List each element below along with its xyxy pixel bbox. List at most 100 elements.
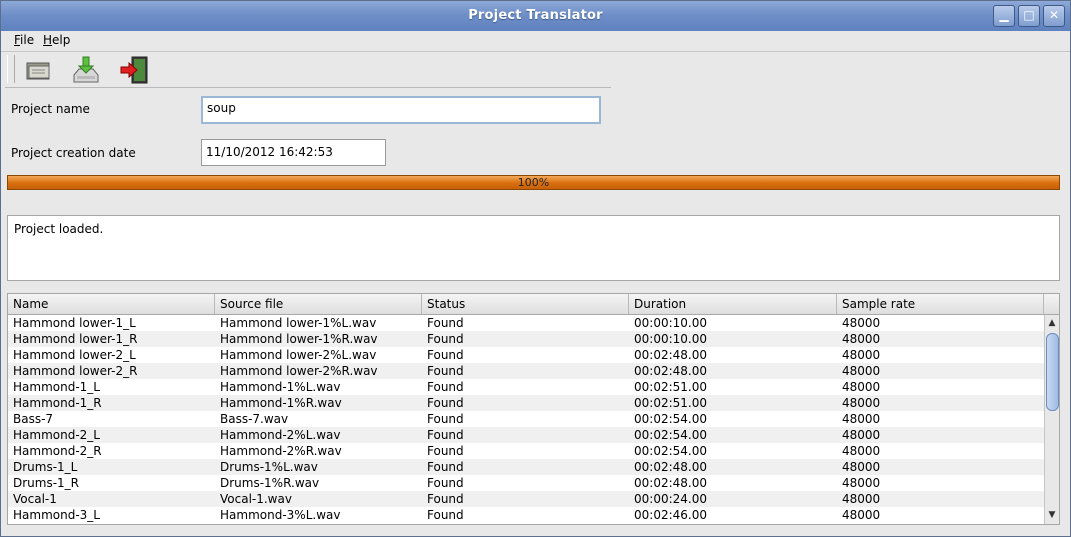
creation-date-field: 11/10/2012 16:42:53 [201, 139, 386, 166]
cell-sample-rate: 48000 [842, 476, 881, 490]
column-header-name[interactable]: Name [8, 294, 215, 314]
status-log-text: Project loaded. [14, 222, 104, 236]
menu-help[interactable]: Help [43, 33, 70, 47]
cell-source-file: Hammond-2%R.wav [220, 444, 342, 458]
open-project-button[interactable] [23, 55, 53, 85]
scroll-thumb[interactable] [1046, 333, 1059, 411]
cell-status: Found [427, 460, 464, 474]
cell-sample-rate: 48000 [842, 332, 881, 346]
tracks-table[interactable]: Name Source file Status Duration Sample … [7, 293, 1060, 525]
cell-source-file: Bass-7.wav [220, 412, 289, 426]
cell-sample-rate: 48000 [842, 396, 881, 410]
cell-source-file: Hammond lower-1%L.wav [220, 316, 377, 330]
menu-bar: File Help [1, 31, 1070, 52]
cell-name: Drums-1_L [13, 460, 78, 474]
cell-name: Hammond-2_R [13, 444, 102, 458]
cell-duration: 00:02:54.00 [634, 444, 707, 458]
table-row[interactable]: Drums-1_L Drums-1%L.wav Found 00:02:48.00 48… [8, 459, 1044, 475]
cell-duration: 00:02:54.00 [634, 428, 707, 442]
toolbar-grip[interactable] [7, 55, 15, 83]
cell-source-file: Hammond-1%L.wav [220, 380, 341, 394]
cell-name: Drums-1_R [13, 476, 80, 490]
project-name-input[interactable]: soup [201, 96, 601, 124]
cell-duration: 00:00:10.00 [634, 316, 707, 330]
cell-name: Hammond-3_L [13, 508, 100, 522]
cell-source-file: Drums-1%R.wav [220, 476, 320, 490]
menu-help-label: elp [52, 33, 71, 47]
table-row[interactable]: Drums-1_R Drums-1%R.wav Found 00:02:48.00 48… [8, 475, 1044, 491]
cell-duration: 00:02:48.00 [634, 476, 707, 490]
table-row[interactable]: Hammond lower-2_L Hammond lower-2%L.wav Fo… [8, 347, 1044, 363]
close-button[interactable]: ✕ [1043, 5, 1065, 27]
cell-name: Hammond-1_R [13, 396, 102, 410]
cell-status: Found [427, 428, 464, 442]
creation-date-label: Project creation date [11, 146, 136, 160]
cell-sample-rate: 48000 [842, 316, 881, 330]
cell-status: Found [427, 380, 464, 394]
cell-duration: 00:02:46.00 [634, 508, 707, 522]
table-row[interactable]: Hammond-1_L Hammond-1%L.wav Found 00:02:51.… [8, 379, 1044, 395]
column-header-duration[interactable]: Duration [629, 294, 837, 314]
toolbar [5, 53, 611, 88]
cell-source-file: Hammond-3%L.wav [220, 508, 341, 522]
table-row[interactable]: Hammond-2_L Hammond-2%L.wav Found 00:02:54.… [8, 427, 1044, 443]
cell-status: Found [427, 332, 464, 346]
table-row[interactable]: Hammond-1_R Hammond-1%R.wav Found 00:02:51.… [8, 395, 1044, 411]
progress-label: 100% [517, 176, 550, 189]
cell-status: Found [427, 396, 464, 410]
table-row[interactable]: Vocal-1 Vocal-1.wav Found 00:00:24.00 48000 [8, 491, 1044, 507]
cell-status: Found [427, 316, 464, 330]
cell-status: Found [427, 348, 464, 362]
table-body: Hammond lower-1_L Hammond lower-1%L.wav Fo… [8, 315, 1044, 523]
cell-sample-rate: 48000 [842, 428, 881, 442]
table-row[interactable]: Hammond lower-1_R Hammond lower-1%R.wav Fo… [8, 331, 1044, 347]
cell-source-file: Drums-1%L.wav [220, 460, 318, 474]
table-row[interactable]: Bass-7 Bass-7.wav Found 00:02:54.00 48000 [8, 411, 1044, 427]
table-row[interactable]: Hammond-2_R Hammond-2%R.wav Found 00:02:54.… [8, 443, 1044, 459]
app-window: Project Translator ▁ □ ✕ File Help Proje… [0, 0, 1071, 537]
maximize-button[interactable]: □ [1018, 5, 1040, 27]
vertical-scrollbar[interactable]: ▲ ▼ [1044, 315, 1059, 524]
cell-status: Found [427, 508, 464, 522]
menu-file-label: ile [20, 33, 35, 47]
cell-status: Found [427, 492, 464, 506]
table-row[interactable]: Hammond-3_L Hammond-3%L.wav Found 00:02:46.… [8, 507, 1044, 523]
title-bar[interactable]: Project Translator ▁ □ ✕ [1, 1, 1070, 31]
scroll-down-icon[interactable]: ▼ [1045, 508, 1059, 522]
cell-duration: 00:02:51.00 [634, 396, 707, 410]
cell-sample-rate: 48000 [842, 364, 881, 378]
cell-name: Bass-7 [13, 412, 54, 426]
cell-name: Hammond lower-2_L [13, 348, 136, 362]
cell-source-file: Hammond lower-2%R.wav [220, 364, 378, 378]
column-header-status[interactable]: Status [422, 294, 629, 314]
cell-name: Hammond lower-1_R [13, 332, 138, 346]
save-download-button[interactable] [71, 55, 101, 85]
cell-sample-rate: 48000 [842, 380, 881, 394]
cell-status: Found [427, 476, 464, 490]
progress-bar: 100% [7, 175, 1060, 190]
cell-duration: 00:02:48.00 [634, 460, 707, 474]
column-header-source-file[interactable]: Source file [215, 294, 422, 314]
column-header-sample-rate[interactable]: Sample rate [837, 294, 1044, 314]
window-title: Project Translator [468, 8, 603, 23]
cell-name: Vocal-1 [13, 492, 57, 506]
minimize-button[interactable]: ▁ [993, 5, 1015, 27]
cell-name: Hammond lower-2_R [13, 364, 138, 378]
scroll-up-icon[interactable]: ▲ [1045, 316, 1059, 330]
cell-duration: 00:00:24.00 [634, 492, 707, 506]
cell-name: Hammond-2_L [13, 428, 100, 442]
cell-duration: 00:02:48.00 [634, 364, 707, 378]
cell-sample-rate: 48000 [842, 348, 881, 362]
cell-status: Found [427, 412, 464, 426]
exit-button[interactable] [119, 55, 149, 85]
project-name-label: Project name [11, 102, 90, 116]
status-log[interactable]: Project loaded. [7, 215, 1060, 281]
table-row[interactable]: Hammond lower-1_L Hammond lower-1%L.wav Fo… [8, 315, 1044, 331]
cell-sample-rate: 48000 [842, 444, 881, 458]
folder-icon [26, 62, 50, 80]
menu-file[interactable]: File [14, 33, 34, 47]
download-tray-icon [73, 56, 99, 83]
cell-source-file: Vocal-1.wav [220, 492, 292, 506]
cell-name: Hammond-1_L [13, 380, 100, 394]
table-row[interactable]: Hammond lower-2_R Hammond lower-2%R.wav Fo… [8, 363, 1044, 379]
